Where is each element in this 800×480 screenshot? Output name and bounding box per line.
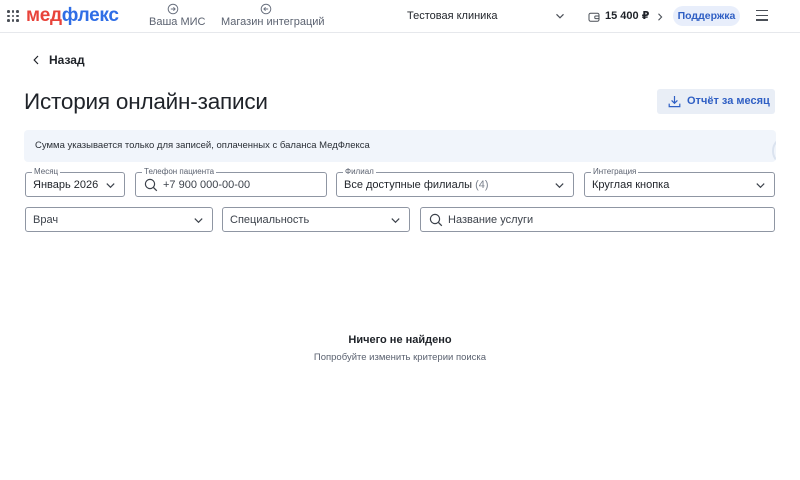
search-icon xyxy=(429,213,443,227)
info-icon xyxy=(772,140,776,162)
apps-grid-icon[interactable] xyxy=(7,10,19,22)
balance-widget[interactable]: 15 400 ₽ xyxy=(588,9,664,24)
clinic-selector[interactable]: Тестовая клиника xyxy=(407,10,498,23)
nav-your-mis-label: Ваша МИС xyxy=(149,16,206,28)
info-banner: Сумма указывается только для записей, оп… xyxy=(24,130,776,162)
integration-value: Круглая кнопка xyxy=(592,179,670,191)
specialty-select[interactable]: Специальность xyxy=(222,207,410,232)
doctor-placeholder: Врач xyxy=(33,214,59,226)
logo[interactable]: медфлекс xyxy=(26,5,119,27)
menu-icon[interactable] xyxy=(756,10,768,21)
empty-state-title: Ничего не найдено xyxy=(348,334,452,346)
page-title: История онлайн-записи xyxy=(24,89,268,114)
back-label: Назад xyxy=(49,53,85,67)
doctor-select[interactable]: Врач xyxy=(25,207,213,232)
chevron-right-icon xyxy=(658,12,663,21)
arrow-circle-right-icon xyxy=(167,3,179,15)
service-search-placeholder: Название услуги xyxy=(448,214,534,226)
branch-count: (4) xyxy=(475,179,489,191)
patient-phone-placeholder: +7 900 000-00-00 xyxy=(163,179,251,191)
month-label: Месяц xyxy=(32,167,61,177)
chevron-down-icon xyxy=(194,218,203,224)
back-link[interactable]: Назад xyxy=(32,53,85,67)
integration-label: Интеграция xyxy=(591,167,639,177)
download-icon xyxy=(668,96,681,108)
monthly-report-button[interactable]: Отчёт за месяц xyxy=(657,89,775,114)
chevron-left-icon xyxy=(33,55,39,65)
patient-phone-input[interactable]: Телефон пациента +7 900 000-00-00 xyxy=(135,167,327,197)
month-value: Январь 2026 xyxy=(33,179,99,191)
chevron-down-icon xyxy=(391,218,400,224)
integration-select[interactable]: Интеграция Круглая кнопка xyxy=(584,167,775,197)
info-text: Сумма указывается только для записей, оп… xyxy=(35,140,370,151)
patient-phone-label: Телефон пациента xyxy=(142,167,217,177)
top-header: медфлекс Ваша МИС Магазин интеграций Тес… xyxy=(0,0,800,33)
support-button[interactable]: Поддержка xyxy=(673,6,740,26)
monthly-report-label: Отчёт за месяц xyxy=(687,95,770,107)
chevron-down-icon xyxy=(756,183,765,189)
balance-amount: 15 400 ₽ xyxy=(605,10,650,22)
specialty-placeholder: Специальность xyxy=(230,214,310,226)
month-select[interactable]: Месяц Январь 2026 xyxy=(25,167,125,197)
wallet-icon xyxy=(588,12,600,22)
nav-integration-store-label: Магазин интеграций xyxy=(221,16,325,28)
service-search-input[interactable]: Название услуги xyxy=(420,207,775,232)
branch-value: Все доступные филиалы (4) xyxy=(344,179,489,191)
branch-select[interactable]: Филиал Все доступные филиалы (4) xyxy=(336,167,574,197)
chevron-down-icon xyxy=(106,183,115,189)
nav-integration-store[interactable]: Магазин интеграций xyxy=(221,3,325,29)
nav-your-mis[interactable]: Ваша МИС xyxy=(149,3,206,29)
empty-state-subtitle: Попробуйте изменить критерии поиска xyxy=(313,352,487,363)
branch-label: Филиал xyxy=(343,167,376,177)
chevron-down-icon[interactable] xyxy=(554,10,566,22)
arrow-circle-left-icon xyxy=(260,3,272,15)
chevron-down-icon xyxy=(555,183,564,189)
search-icon xyxy=(144,178,158,192)
